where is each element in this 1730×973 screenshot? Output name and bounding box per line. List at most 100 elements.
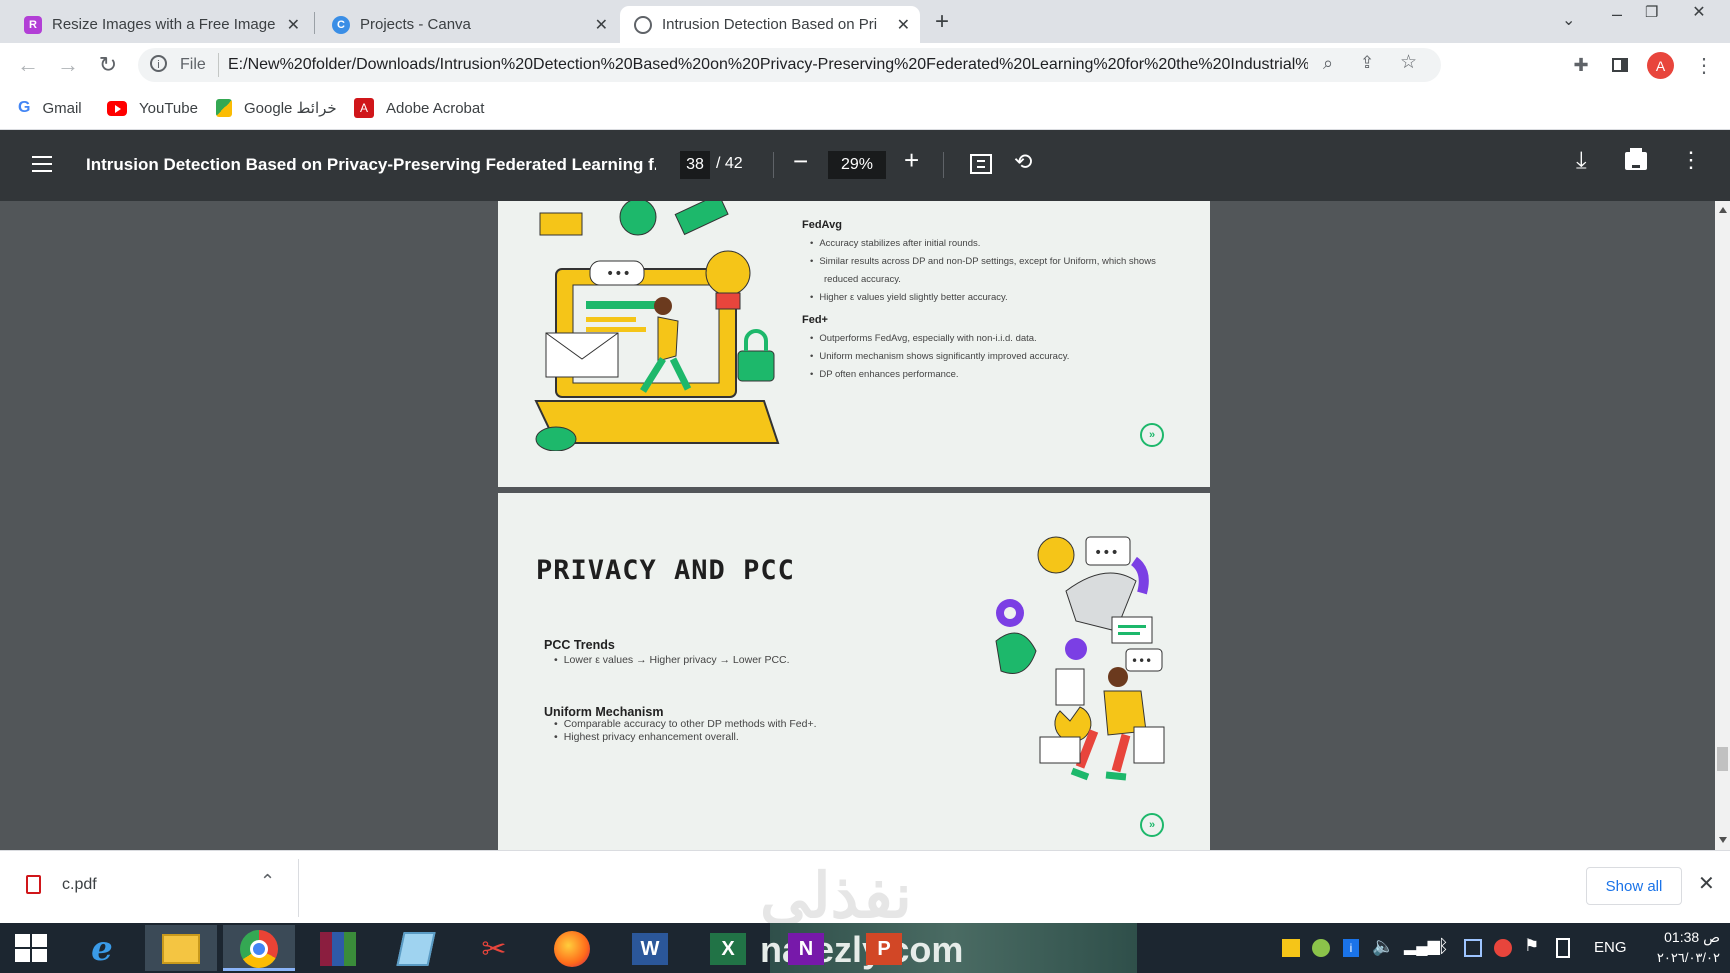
word-icon[interactable]: W [620,928,680,970]
reload-button[interactable]: ↻ [94,51,122,79]
profile-avatar[interactable]: A [1647,52,1674,79]
acrobat-icon: A [354,98,374,118]
hamburger-menu-icon[interactable] [32,156,52,172]
tab-intrusion-detection[interactable]: Intrusion Detection Based on Pri ✕ [620,6,920,43]
zoom-icon[interactable]: ⌕ [1323,53,1333,74]
bookmark-star-icon[interactable]: ☆ [1400,51,1417,74]
print-icon[interactable] [1625,148,1647,170]
close-window-button[interactable]: ✕ [1668,0,1730,24]
language-indicator[interactable]: ENG [1594,939,1627,956]
more-options-icon[interactable]: ⋮ [1680,147,1702,173]
scroll-thumb[interactable] [1717,747,1728,771]
pdf-viewer[interactable]: ••• FedAvg Accuracy stabilizes after ini… [0,201,1715,850]
bullet-continuation: reduced accuracy. [824,274,901,285]
winrar-icon[interactable] [308,928,368,970]
tray-info-icon[interactable]: i [1343,939,1359,957]
fedplus-heading: Fed+ [802,314,828,326]
close-tab-icon[interactable]: ✕ [595,15,608,35]
battery-icon[interactable] [1556,938,1570,958]
network-icon[interactable]: ▂▄▆ [1404,936,1440,956]
download-icon[interactable]: ⤓ [1576,147,1587,175]
uniform-mechanism-heading: Uniform Mechanism [544,705,664,719]
fedavg-heading: FedAvg [802,219,842,231]
bookmark-adobe-acrobat[interactable]: A Adobe Acrobat [354,97,484,119]
viewer-scrollbar[interactable] [1715,201,1730,850]
menu-icon[interactable]: ⋮ [1690,51,1718,79]
bullet-text: Uniform mechanism shows significantly im… [810,348,1190,366]
bullet-text: Similar results across DP and non-DP set… [810,253,1190,271]
tray-antivirus-icon[interactable] [1494,939,1512,957]
tray-media-icon[interactable] [1282,939,1300,957]
download-options-chevron-icon[interactable]: ⌃ [260,871,275,892]
download-bar: c.pdf ⌃ نفذلي Show all ✕ [0,850,1730,931]
firefox-icon[interactable] [542,928,602,970]
resize-favicon-icon: R [24,15,42,34]
globe-favicon-icon [634,15,652,34]
zoom-out-button[interactable]: − [793,146,808,177]
bookmark-gmail[interactable]: G Gmail [18,97,82,119]
chrome-icon[interactable] [229,928,289,970]
pcc-trends-bullets: Lower ε values → Higher privacy → Lower … [554,643,934,671]
fit-page-icon[interactable] [970,154,992,174]
close-tab-icon[interactable]: ✕ [287,15,300,35]
scroll-down-icon[interactable] [1719,837,1727,843]
new-tab-button[interactable]: + [935,8,949,36]
url-text: E:/New%20folder/Downloads/Intrusion%20De… [228,56,1308,73]
close-tab-icon[interactable]: ✕ [897,15,910,35]
windows-start-icon[interactable] [15,934,47,962]
snipping-tool-icon[interactable]: ✂ [464,928,524,970]
flag-icon[interactable]: ⚑ [1524,936,1539,956]
canva-favicon-icon: C [332,15,350,34]
tray-app-icon[interactable] [1312,939,1330,957]
address-bar[interactable]: i File E:/New%20folder/Downloads/Intrusi… [138,48,1441,82]
tab-search-icon[interactable]: ⌄ [1562,10,1575,30]
show-all-button[interactable]: Show all [1586,867,1682,905]
svg-text:•••: ••• [606,266,631,282]
forward-button[interactable]: → [54,51,82,79]
laptop-illustration: ••• [534,201,780,451]
share-icon[interactable]: ⇪ [1360,53,1374,73]
extensions-icon[interactable]: ✚ [1567,51,1595,79]
svg-text:•••: ••• [1131,654,1152,668]
pdf-page-38: ••• FedAvg Accuracy stabilizes after ini… [498,201,1210,487]
side-panel-icon[interactable] [1606,51,1634,79]
tab-resize-images[interactable]: R Resize Images with a Free Image ✕ [10,6,310,43]
watermark-arabic: نفذلي [760,862,912,931]
bullet-text: Lower ε values → Higher privacy → Lower … [554,643,934,671]
excel-icon[interactable]: X [698,928,758,970]
minimize-button[interactable]: – [1612,4,1622,25]
tray-window-icon[interactable] [1464,939,1482,957]
notepad-icon[interactable] [386,928,446,970]
bullet-text: Outperforms FedAvg, especially with non-… [810,330,1190,348]
bullet-text: Comparable accuracy to other DP methods … [554,718,934,731]
internet-explorer-icon[interactable]: e [72,928,132,970]
close-download-bar-icon[interactable]: ✕ [1698,871,1715,896]
powerpoint-icon[interactable]: P [854,928,914,970]
bookmark-youtube[interactable]: YouTube [107,97,198,119]
download-file-name[interactable]: c.pdf [62,876,97,894]
team-illustration: ••• ••• [995,536,1165,781]
onenote-icon[interactable]: N [776,928,836,970]
info-icon[interactable]: i [150,55,167,72]
rotate-icon[interactable]: ⟲ [1014,149,1032,175]
next-arrow-icon: » [1140,423,1164,447]
restore-button[interactable]: ❐ [1645,3,1658,21]
bookmark-google-maps[interactable]: Google خرائط [216,97,337,119]
clock-date[interactable]: ٢٠٢٦/٠٣/٠٢ [1630,950,1720,966]
zoom-in-button[interactable]: + [904,145,919,176]
bluetooth-icon[interactable]: ᛒ [1438,936,1449,957]
page-number-input[interactable]: 38 [680,151,710,179]
volume-icon[interactable]: 🔈 [1372,936,1394,957]
zoom-level-input[interactable]: 29% [828,151,886,179]
clock-time[interactable]: 01:38 ص [1640,929,1720,946]
tab-canva[interactable]: C Projects - Canva ✕ [318,6,618,43]
scroll-up-icon[interactable] [1719,207,1727,213]
bullet-text: Higher ε values yield slightly better ac… [810,289,1190,307]
tab-title: Projects - Canva [360,16,471,33]
page-total: / 42 [716,155,743,172]
fedavg-bullets: Accuracy stabilizes after initial rounds… [810,235,1190,307]
file-explorer-icon[interactable] [151,928,211,970]
back-button[interactable]: ← [14,51,42,79]
pdf-file-icon [26,875,41,894]
pdf-page-39: PRIVACY AND PCC PCC Trends Lower ε value… [498,493,1210,850]
